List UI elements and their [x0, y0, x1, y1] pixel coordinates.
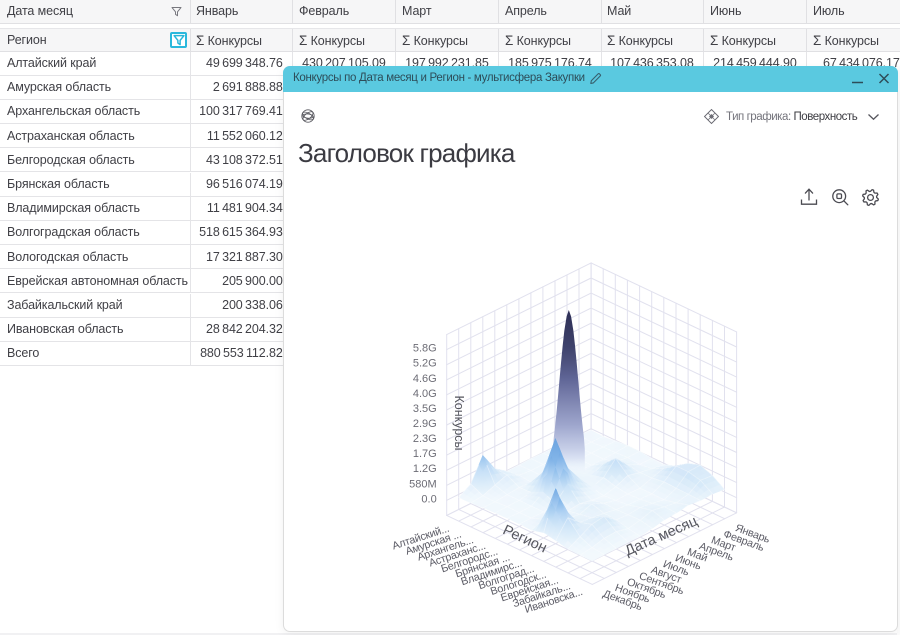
svg-text:4.6G: 4.6G [413, 373, 437, 385]
svg-text:2.3G: 2.3G [413, 433, 437, 445]
svg-text:580M: 580M [409, 478, 437, 490]
svg-text:1.2G: 1.2G [413, 463, 437, 475]
svg-text:5.2G: 5.2G [413, 358, 437, 370]
svg-text:1.7G: 1.7G [413, 448, 437, 460]
svg-text:0.0: 0.0 [421, 493, 436, 505]
svg-text:Конкурсы: Конкурсы [452, 395, 466, 450]
svg-text:3.5G: 3.5G [413, 403, 437, 415]
svg-text:5.8G: 5.8G [413, 343, 437, 355]
svg-text:4.0G: 4.0G [413, 388, 437, 400]
svg-text:2.9G: 2.9G [413, 418, 437, 430]
